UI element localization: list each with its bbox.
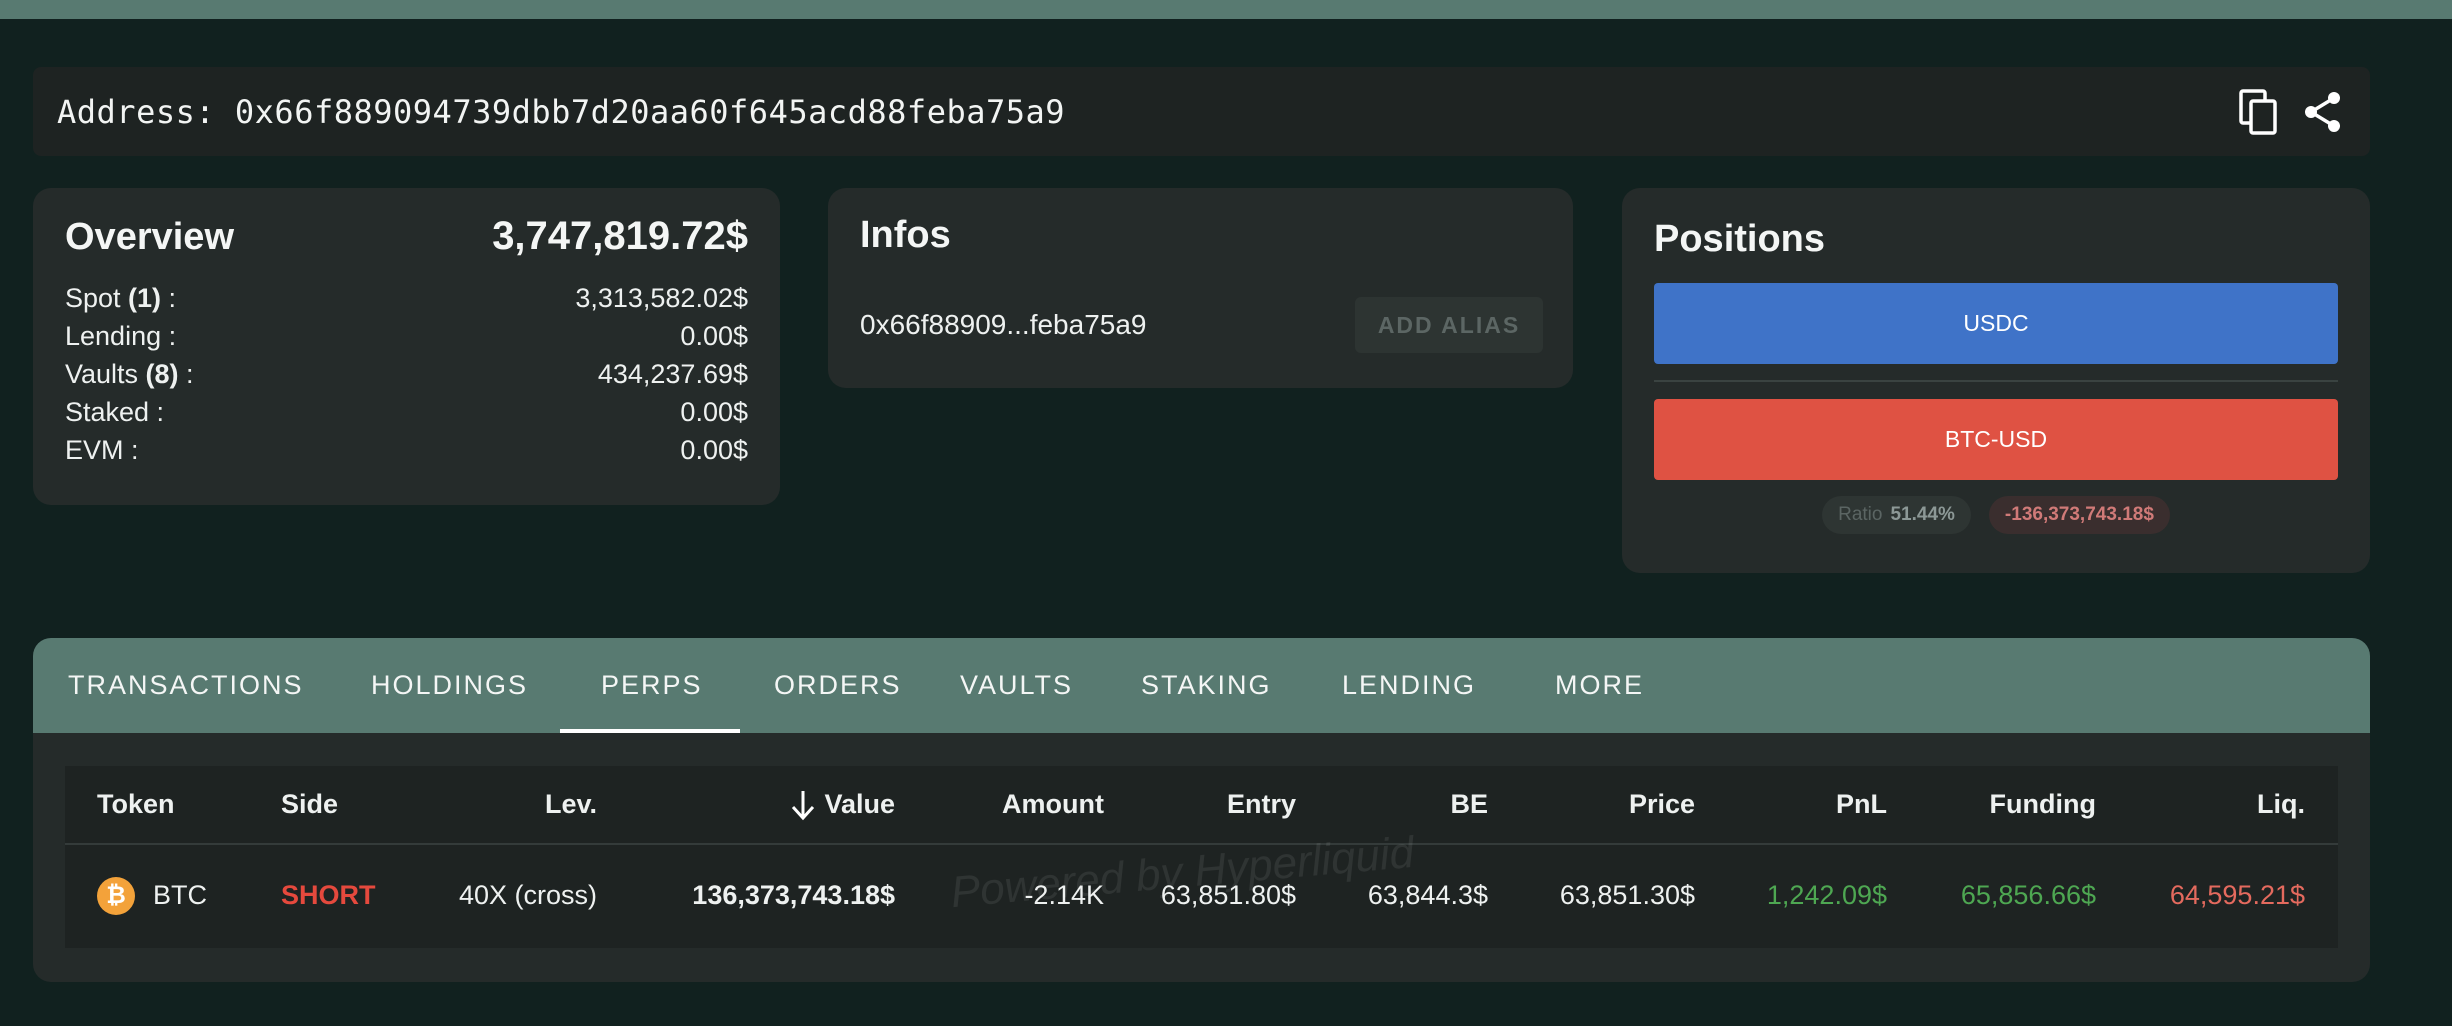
net-value-chip: -136,373,743.18$ [1988,496,2170,534]
add-alias-button[interactable]: ADD ALIAS [1355,297,1543,353]
share-icon[interactable] [2300,89,2346,135]
overview-title: Overview [65,216,234,258]
address-actions [2236,88,2346,135]
cell-price: 63,851.30$ [1559,880,1695,910]
overview-value: 0.00$ [680,435,748,465]
header-funding[interactable]: Funding [1990,766,2096,843]
tabs-panel: TRANSACTIONS HOLDINGS PERPS ORDERS VAULT… [33,638,2370,982]
header-entry[interactable]: Entry [1227,766,1296,843]
overview-value: 0.00$ [680,397,748,427]
header-token[interactable]: Token [97,766,175,843]
infos-card: Infos 0x66f88909...feba75a9 ADD ALIAS [828,188,1573,388]
arrow-down-icon [792,790,815,820]
bitcoin-icon: ₿ [97,876,135,915]
overview-value: 0.00$ [680,321,748,351]
overview-row-spot: Spot (1) : 3,313,582.02$ [65,279,748,317]
cell-be: 63,844.3$ [1367,880,1488,910]
overview-total: 3,747,819.72$ [492,214,748,258]
tab-holdings[interactable]: HOLDINGS [371,638,528,733]
tab-bar: TRANSACTIONS HOLDINGS PERPS ORDERS VAULT… [33,638,2370,733]
table-header: Token Side Lev. Value Amount Entry BE Pr… [65,766,2338,845]
top-bar [0,0,2452,19]
overview-card: Overview 3,747,819.72$ Spot (1) : 3,313,… [33,188,780,505]
header-side[interactable]: Side [281,766,338,843]
positions-title: Positions [1654,218,1826,260]
overview-row-staked: Staked : 0.00$ [65,393,748,431]
overview-value: 434,237.69$ [597,359,748,389]
cell-value: 136,373,743.18$ [692,880,895,910]
positions-divider [1654,380,2338,382]
cell-token: ₿ BTC [97,845,207,946]
header-value: Value [824,789,895,819]
infos-title: Infos [860,214,951,256]
cell-amount: -2.14K [1024,880,1104,910]
cell-funding: 65,856.66$ [1960,880,2096,910]
address-bar: Address: 0x66f889094739dbb7d20aa60f645ac… [33,67,2370,156]
tab-more[interactable]: MORE [1555,638,1644,733]
tab-vaults[interactable]: VAULTS [960,638,1073,733]
tab-lending[interactable]: LENDING [1342,638,1476,733]
table-row[interactable]: ₿ BTC SHORT 40X (cross) 136,373,743.18$ … [65,845,2338,946]
header-be[interactable]: BE [1450,766,1488,843]
cell-lev: 40X (cross) [458,880,597,910]
ratio-chip: Ratio 51.44% [1822,496,1971,534]
copy-icon[interactable] [2236,88,2282,135]
header-liq[interactable]: Liq. [2257,766,2305,843]
address-text: Address: 0x66f889094739dbb7d20aa60f645ac… [57,92,1066,131]
cell-entry: 63,851.80$ [1160,880,1296,910]
short-address: 0x66f88909...feba75a9 [860,309,1147,340]
header-value-sort[interactable]: Value [790,766,895,843]
overview-row-lending: Lending : 0.00$ [65,317,748,355]
overview-value: 3,313,582.02$ [575,283,748,313]
cell-pnl: 1,242.09$ [1766,880,1887,910]
tab-perps[interactable]: PERPS [601,638,703,733]
cell-side: SHORT [281,880,376,910]
usdc-position-bar[interactable]: USDC [1654,283,2338,364]
perps-table: Token Side Lev. Value Amount Entry BE Pr… [65,766,2338,948]
header-pnl[interactable]: PnL [1836,766,1887,843]
header-amount[interactable]: Amount [1002,766,1104,843]
overview-row-vaults: Vaults (8) : 434,237.69$ [65,355,748,393]
tab-staking[interactable]: STAKING [1141,638,1272,733]
header-lev[interactable]: Lev. [545,766,597,843]
btc-usd-position-bar[interactable]: BTC-USD [1654,399,2338,480]
tab-orders[interactable]: ORDERS [774,638,902,733]
active-tab-indicator [560,729,740,733]
tab-transactions[interactable]: TRANSACTIONS [68,638,304,733]
cell-liq: 64,595.21$ [2169,880,2305,910]
positions-card: Positions USDC BTC-USD Ratio 51.44% -136,… [1622,188,2370,573]
header-price[interactable]: Price [1629,766,1695,843]
overview-row-evm: EVM : 0.00$ [65,431,748,469]
